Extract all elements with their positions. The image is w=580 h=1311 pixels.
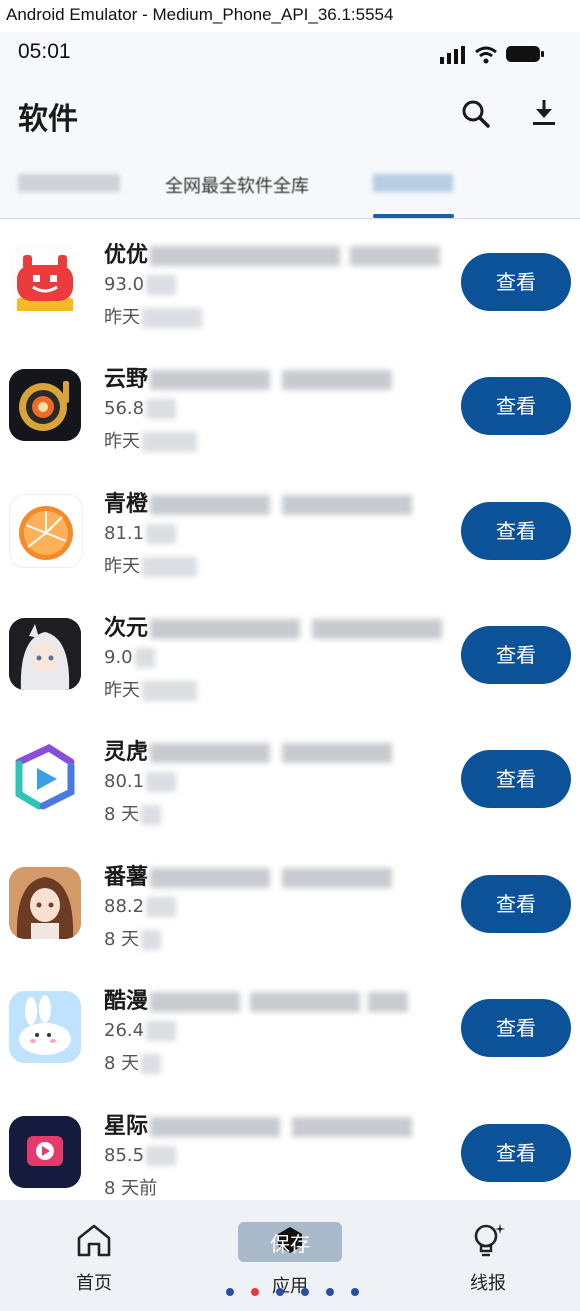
orange-icon [9,494,83,568]
anime-portrait-icon [9,867,81,939]
app-date: 8 天前 [104,1178,158,1199]
window-title: Android Emulator - Medium_Phone_API_36.1… [0,0,580,32]
app-name: 次元 [104,610,443,642]
anime-girl-icon [9,618,81,690]
app-size: 56.8 [104,398,177,419]
list-item[interactable]: 星际 85.5 8 天前 查看 [0,1090,580,1214]
list-item[interactable]: 次元 9.0 昨天 查看 [0,592,580,716]
download-icon[interactable] [528,96,560,128]
app-size: 85.5 [104,1145,177,1166]
page-title: 软件 [18,102,78,137]
app-date: 昨天 [104,676,197,702]
status-time: 05:01 [18,40,71,63]
tab-3-label [373,174,453,192]
search-icon[interactable] [460,98,492,130]
app-size: 88.2 [104,896,177,917]
app-name: 优优 [104,237,441,269]
signal-icon [440,46,465,64]
app-size: 81.1 [104,523,177,544]
app-name: 云野 [104,361,393,393]
tab-1-label [18,174,120,192]
view-button[interactable]: 查看 [461,377,571,435]
wifi-icon [475,46,497,64]
list-item[interactable]: 灵虎 80.1 8 天 查看 [0,716,580,840]
nav-apps-pill[interactable]: 保存 [238,1222,342,1262]
page-indicator-dots [226,1288,359,1296]
view-button[interactable]: 查看 [461,1124,571,1182]
dot [276,1288,284,1296]
lightbulb-icon [474,1224,505,1257]
dot [351,1288,359,1296]
status-icons [440,44,546,64]
nav-home-label: 首页 [76,1273,112,1294]
app-bar: 软件 [0,76,580,154]
bunny-icon [9,991,81,1063]
save-overlay: 保存 [270,1232,310,1256]
bottom-nav: 首页 保存 应用 线报 [0,1200,580,1311]
home-icon [77,1224,111,1257]
app-name: 星际 [104,1108,413,1140]
app-size: 26.4 [104,1020,177,1041]
list-item[interactable]: 青橙 81.1 昨天 查看 [0,468,580,592]
view-button[interactable]: 查看 [461,502,571,560]
dot [226,1288,234,1296]
tab-2-label: 全网最全软件全库 [165,176,309,197]
app-date: 昨天 [104,427,197,453]
play-prism-icon [9,742,81,814]
dot [301,1288,309,1296]
app-name: 青橙 [104,486,413,518]
nav-home[interactable]: 首页 [34,1222,154,1295]
gold-record-icon [9,369,81,441]
view-button[interactable]: 查看 [461,750,571,808]
app-name: 番薯 [104,859,393,891]
list-item[interactable]: 优优 93.0 昨天 查看 [0,219,580,343]
app-date: 8 天 [104,925,162,951]
dot [326,1288,334,1296]
list-item[interactable]: 云野 56.8 昨天 查看 [0,343,580,467]
view-button[interactable]: 查看 [461,999,571,1057]
battery-icon [506,46,544,62]
app-size: 9.0 [104,647,155,668]
view-button[interactable]: 查看 [461,253,571,311]
tab-2[interactable]: 全网最全软件全库 [165,172,309,198]
tab-1[interactable] [18,172,120,198]
video-play-icon [9,1116,81,1188]
app-date: 昨天 [104,303,202,329]
nav-news-label: 线报 [470,1273,506,1294]
app-size: 80.1 [104,771,177,792]
app-date: 8 天 [104,1049,162,1075]
app-date: 8 天 [104,800,162,826]
view-button[interactable]: 查看 [461,875,571,933]
app-name: 灵虎 [104,734,393,766]
tab-indicator [373,214,454,218]
dot-active [251,1288,259,1296]
app-name: 酷漫 [104,983,409,1015]
red-face-icon [9,245,81,317]
status-bar: 05:01 [0,32,580,76]
tab-bar: 全网最全软件全库 [0,154,580,219]
list-item[interactable]: 酷漫 26.4 8 天 查看 [0,965,580,1089]
nav-news[interactable]: 线报 [428,1222,548,1295]
view-button[interactable]: 查看 [461,626,571,684]
tab-3[interactable] [373,172,453,198]
list-item[interactable]: 番薯 88.2 8 天 查看 [0,841,580,965]
app-size: 93.0 [104,274,177,295]
app-date: 昨天 [104,552,197,578]
